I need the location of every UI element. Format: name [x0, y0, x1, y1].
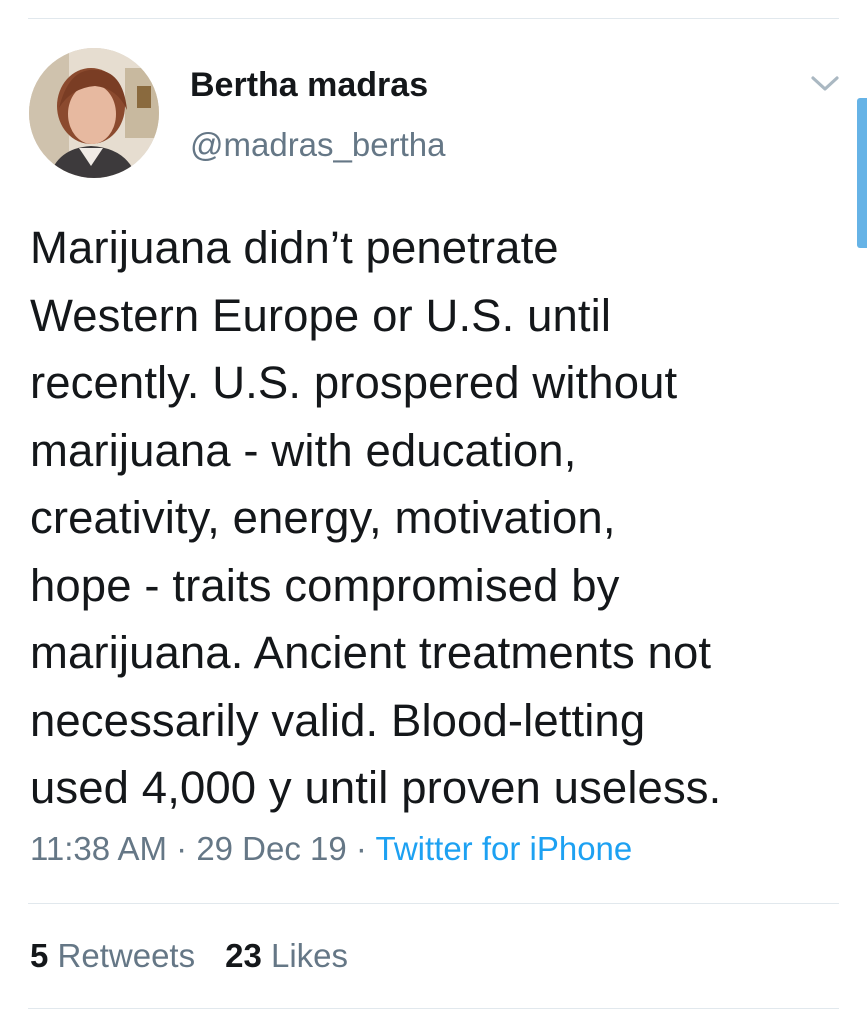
- tweet-meta: 11:38 AM · 29 Dec 19 · Twitter for iPhon…: [30, 830, 632, 868]
- stats-divider-top: [28, 903, 839, 904]
- likes-count: 23: [225, 937, 262, 974]
- author-display-name[interactable]: Bertha madras: [190, 66, 428, 105]
- likes-label: Likes: [270, 937, 349, 974]
- chevron-down-icon[interactable]: [808, 70, 842, 96]
- stats-divider-bottom: [28, 1008, 839, 1009]
- tweet-stats: 5 Retweets 23 Likes: [30, 937, 348, 975]
- retweets-stat[interactable]: 5 Retweets: [30, 937, 195, 974]
- tweet-time: 11:38 AM: [30, 830, 167, 867]
- tweet-text: Marijuana didn’t penetrate Western Europ…: [30, 222, 722, 813]
- tweet-source-link[interactable]: Twitter for iPhone: [375, 830, 632, 867]
- meta-separator: ·: [166, 830, 197, 867]
- avatar[interactable]: [29, 48, 159, 178]
- likes-stat[interactable]: 23 Likes: [225, 937, 348, 974]
- meta-separator: ·: [346, 830, 376, 867]
- tweet-date: 29 Dec 19: [196, 830, 347, 867]
- retweets-count: 5: [30, 937, 49, 974]
- retweets-label: Retweets: [57, 937, 196, 974]
- avatar-photo: [29, 48, 159, 178]
- author-handle[interactable]: @madras_bertha: [190, 126, 445, 164]
- scrollbar[interactable]: [857, 98, 867, 248]
- top-divider: [28, 18, 839, 19]
